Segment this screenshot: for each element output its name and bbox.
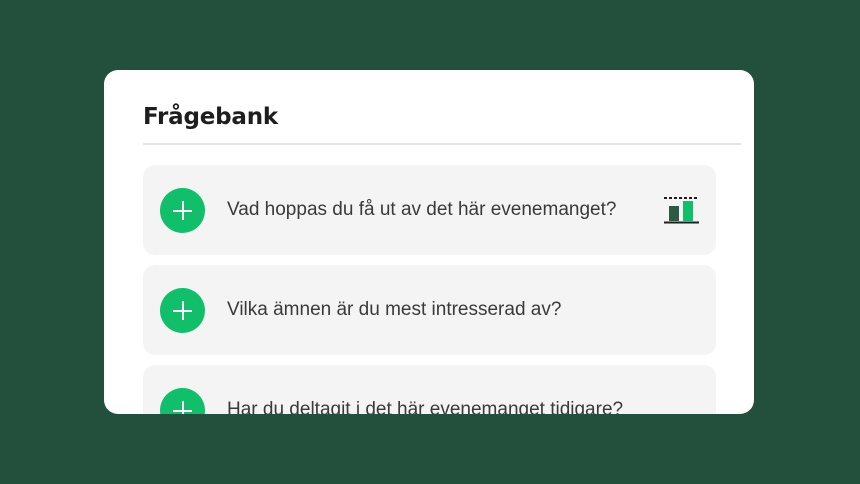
add-question-button[interactable] [160,388,205,414]
question-item[interactable]: Har du deltagit i det här evenemanget ti… [143,365,716,414]
question-text: Vilka ämnen är du mest intresserad av? [227,299,562,320]
add-question-button[interactable] [160,288,205,333]
question-text: Har du deltagit i det här evenemanget ti… [227,399,624,414]
question-item[interactable]: Vad hoppas du få ut av det här evenemang… [143,165,716,255]
bar-chart-icon [664,197,699,224]
question-item[interactable]: Vilka ämnen är du mest intresserad av? [143,265,716,355]
question-bank-panel: Frågebank Vad hoppas du få ut av det här… [104,70,754,414]
question-text: Vad hoppas du få ut av det här evenemang… [227,199,617,220]
add-question-button[interactable] [160,188,205,233]
title-divider [143,143,741,145]
panel-title: Frågebank [143,104,279,130]
